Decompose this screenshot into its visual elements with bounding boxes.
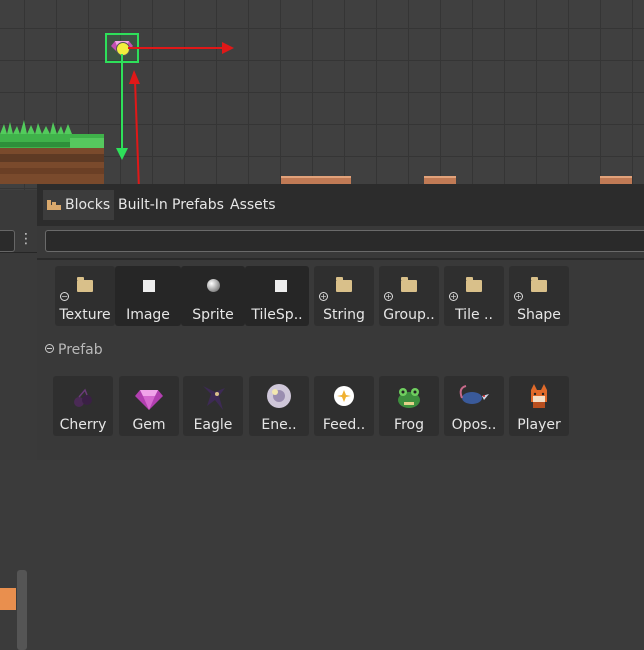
opossum-icon <box>459 385 489 404</box>
enemy-death-icon <box>267 384 291 408</box>
prefab-label: Feed.. <box>322 417 366 433</box>
divider <box>37 258 644 260</box>
block-shape[interactable]: + Shape <box>509 266 569 326</box>
prefab-label: Gem <box>132 417 166 433</box>
eagle-icon <box>203 386 225 410</box>
prefab-frog[interactable]: Frog <box>379 376 439 436</box>
folder-icon <box>336 277 352 292</box>
section-title: Prefab <box>58 342 103 358</box>
left-panel: ⋮ <box>0 190 37 650</box>
block-tilesprite[interactable]: TileSp.. <box>245 266 309 326</box>
more-options-icon[interactable]: ⋮ <box>19 231 33 247</box>
expand-icon[interactable]: + <box>514 292 523 301</box>
panel-tabs: Blocks Built-In Prefabs Assets <box>37 184 644 226</box>
block-tile[interactable]: + Tile .. <box>444 266 504 326</box>
scrollbar[interactable] <box>17 570 27 650</box>
prefab-player[interactable]: Player <box>509 376 569 436</box>
prefab-eagle[interactable]: Eagle <box>183 376 243 436</box>
block-label: Tile .. <box>455 307 493 323</box>
folder-icon <box>401 277 417 292</box>
collapse-icon[interactable] <box>45 344 54 353</box>
block-label: Shape <box>517 307 561 323</box>
prefab-label: Cherry <box>59 417 107 433</box>
block-string[interactable]: + String <box>314 266 374 326</box>
prefab-enemy-death[interactable]: Ene.. <box>249 376 309 436</box>
cherry-icon <box>74 388 92 407</box>
block-label: Group.. <box>383 307 435 323</box>
feedback-icon <box>334 386 354 406</box>
block-group[interactable]: + Group.. <box>379 266 439 326</box>
block-label: String <box>323 307 365 323</box>
folder-icon <box>77 277 93 292</box>
prefab-label: Eagle <box>193 417 233 433</box>
selected-row-marker <box>0 588 16 610</box>
expand-icon[interactable]: + <box>449 292 458 301</box>
square-icon <box>275 280 287 292</box>
move-gizmo-handle[interactable] <box>116 42 130 56</box>
block-label: Image <box>126 307 170 323</box>
tab-label: Prefabs <box>172 197 224 213</box>
sphere-icon <box>207 279 220 292</box>
square-icon <box>143 280 155 292</box>
blocks-panel: Blocks Built-In Prefabs Assets − Texture… <box>37 184 644 460</box>
block-label: Texture <box>59 307 111 323</box>
expand-icon[interactable]: + <box>384 292 393 301</box>
gem-icon <box>135 390 163 410</box>
block-sprite[interactable]: Sprite <box>181 266 245 326</box>
prefab-label: Opos.. <box>451 417 497 433</box>
frog-icon <box>398 388 420 408</box>
prefab-gem[interactable]: Gem <box>119 376 179 436</box>
tab-label: Built-In <box>118 197 168 213</box>
blocks-content: − Texture Image Sprite TileSp.. + String… <box>37 226 644 460</box>
block-label: Sprite <box>192 307 234 323</box>
player-fox-icon <box>531 384 547 408</box>
tab-built-in[interactable]: Built-In <box>114 190 172 220</box>
prefab-opossum[interactable]: Opos.. <box>444 376 504 436</box>
left-panel-input[interactable] <box>0 230 15 252</box>
search-input[interactable] <box>45 230 644 252</box>
collapse-icon[interactable]: − <box>60 292 69 301</box>
prefab-label: Ene.. <box>261 417 297 433</box>
block-label: TileSp.. <box>251 307 303 323</box>
tab-prefabs[interactable]: Prefabs <box>168 190 228 220</box>
tab-blocks[interactable]: Blocks <box>43 190 115 220</box>
prefab-cherry[interactable]: Cherry <box>53 376 113 436</box>
blocks-icon <box>47 191 61 210</box>
tab-label: Assets <box>230 197 276 213</box>
divider <box>0 252 37 253</box>
expand-icon[interactable]: + <box>319 292 328 301</box>
folder-icon <box>466 277 482 292</box>
prefab-label: Frog <box>394 417 424 433</box>
tab-assets[interactable]: Assets <box>226 190 280 220</box>
folder-icon <box>531 277 547 292</box>
tab-label: Blocks <box>65 197 111 213</box>
block-image[interactable]: Image <box>115 266 181 326</box>
scene-viewport[interactable] <box>0 0 644 190</box>
prefab-feedback[interactable]: Feed.. <box>314 376 374 436</box>
grass-platform <box>0 120 104 184</box>
block-texture[interactable]: − Texture <box>55 266 115 326</box>
prefab-section-header[interactable]: Prefab <box>45 342 644 364</box>
prefab-label: Player <box>517 417 561 433</box>
